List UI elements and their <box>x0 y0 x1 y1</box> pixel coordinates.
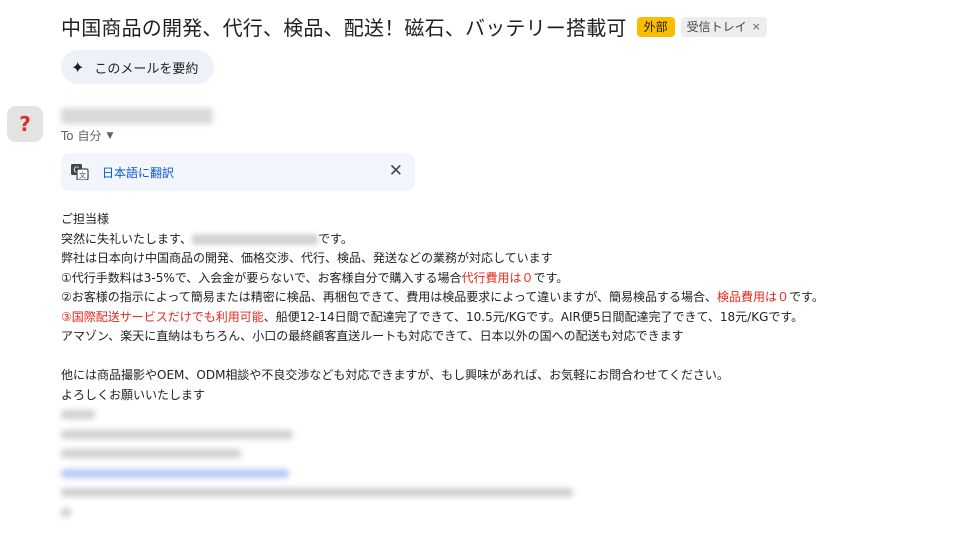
unknown-sender-icon: ? <box>19 112 31 136</box>
summarize-button[interactable]: ✦ このメールを要約 <box>61 50 215 84</box>
inspection-highlight: 検品費用は０ <box>717 290 790 304</box>
shipping-highlight: ③国際配送サービスだけでも利用可能 <box>61 309 264 324</box>
sig-phone <box>61 449 241 458</box>
services-line: 他には商品撮影やOEM、ODM相談や不良交渉なども対応できますが、もし興味があれ… <box>61 368 729 382</box>
email-body: ご担当様 突然に失礼いたします、 です。 弊社は日本向け中国商品の開発、価格交渉、… <box>61 210 824 405</box>
fee-post: です。 <box>533 270 569 285</box>
sender-name-redacted <box>61 108 213 124</box>
shipping-line: ③国際配送サービスだけでも利用可能、船便12-14日間で配達完了できて、10.5… <box>61 308 824 328</box>
inspection-post: です。 <box>789 290 824 304</box>
sig-company <box>61 429 293 439</box>
svg-text:文: 文 <box>79 171 86 180</box>
translate-icon: G 文 <box>71 164 89 180</box>
remove-label-icon[interactable]: × <box>752 19 761 35</box>
inspection-pre: ②お客様の指示によって簡易または精密に検品、再梱包できて、費用は検品要求によって… <box>61 290 718 304</box>
shipping-post: 、船便12-14日間で配達完了できて、10.5元/KGです。AIR便5日間配達完… <box>263 309 804 324</box>
subject-row: 中国商品の開発、代行、検品、配送！磁石、バッテリー搭載可 外部 受信トレイ × <box>61 12 767 41</box>
email-subject: 中国商品の開発、代行、検品、配送！磁石、バッテリー搭載可 <box>61 16 627 40</box>
business-line: 弊社は日本向け中国商品の開発、価格交渉、代行、検品、発送などの業務が対応していま… <box>61 251 553 265</box>
close-icon[interactable]: ✕ <box>389 161 403 181</box>
fee-line: ①代行手数料は3-5%で、入会金が要らないで、お客様自分で購入する場合代行費用は… <box>61 269 824 289</box>
sender-avatar[interactable]: ? <box>7 106 43 142</box>
closing-line: よろしくお願いいたします <box>61 387 206 402</box>
fee-pre: ①代行手数料は3-5%で、入会金が要らないで、お客様自分で購入する場合 <box>61 270 462 285</box>
greeting: ご担当様 <box>61 212 110 226</box>
inbox-label-text: 受信トレイ <box>686 19 747 34</box>
sig-address <box>61 488 573 497</box>
inbox-label[interactable]: 受信トレイ × <box>680 16 767 37</box>
intro-pre: 突然に失礼いたします、 <box>61 231 193 246</box>
recipient-details[interactable]: To 自分 ▼ <box>61 127 113 144</box>
translate-bar: G 文 日本語に翻訳 ✕ <box>61 153 415 191</box>
intro-line: 突然に失礼いたします、 です。 <box>61 230 824 250</box>
sig-email <box>61 468 289 478</box>
summarize-label: このメールを要約 <box>94 61 199 77</box>
fee-highlight: 代行費用は０ <box>461 270 534 285</box>
delivery-line: アマゾン、楽天に直納はもちろん、小口の最終顧客直送ルートも対応できて、日本以外の… <box>61 329 684 343</box>
company-name-redacted <box>192 233 319 245</box>
intro-post: です。 <box>318 231 353 246</box>
sparkle-icon: ✦ <box>71 57 85 77</box>
recipient-text: To 自分 <box>61 129 102 143</box>
sig-name <box>61 410 95 419</box>
inspection-line: ②お客様の指示によって簡易または精密に検品、再梱包できて、費用は検品要求によって… <box>61 288 824 308</box>
sig-trailer <box>61 507 71 517</box>
chevron-down-icon[interactable]: ▼ <box>106 131 113 141</box>
external-label: 外部 <box>636 16 675 37</box>
signature-redacted <box>61 410 573 527</box>
translate-link[interactable]: 日本語に翻訳 <box>102 164 174 181</box>
